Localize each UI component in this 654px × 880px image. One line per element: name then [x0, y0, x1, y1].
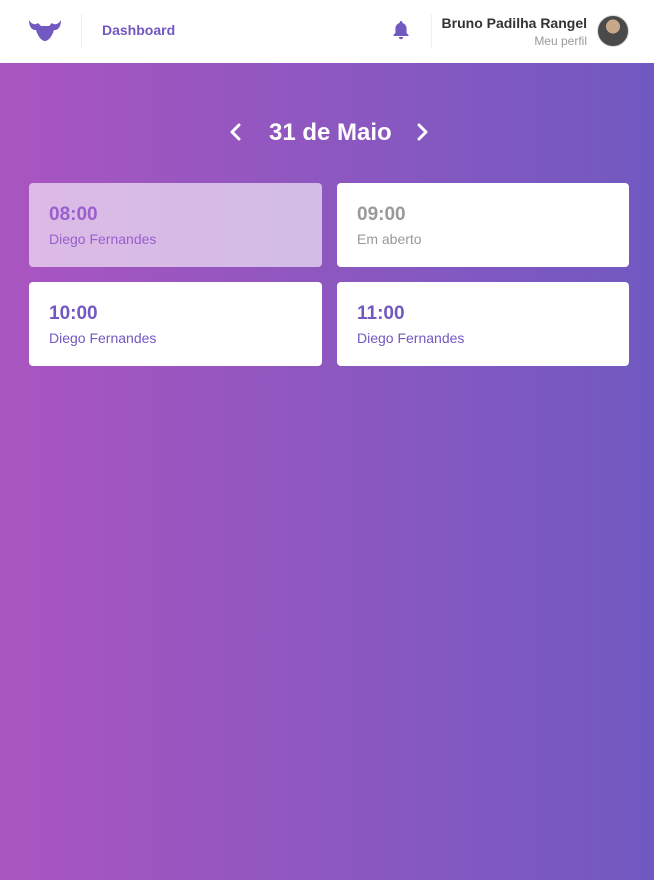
chevron-right-icon	[417, 123, 428, 141]
slot-client: Em aberto	[357, 231, 422, 247]
chevron-left-icon	[230, 123, 241, 141]
time-slot-0800[interactable]: 08:00 Diego Fernandes	[29, 183, 322, 267]
slot-time: 11:00	[357, 303, 405, 324]
profile-link[interactable]: Meu perfil	[534, 34, 587, 48]
time-slot-1100[interactable]: 11:00 Diego Fernandes	[337, 282, 629, 366]
slot-client: Diego Fernandes	[49, 231, 157, 247]
slot-client: Diego Fernandes	[357, 330, 465, 346]
header-divider	[431, 14, 432, 48]
slot-client: Diego Fernandes	[49, 330, 157, 346]
date-navigation: 31 de Maio	[0, 112, 654, 156]
nav-dashboard-link[interactable]: Dashboard	[102, 22, 175, 38]
slot-time: 09:00	[357, 204, 406, 225]
slot-time: 08:00	[49, 204, 98, 225]
prev-day-button[interactable]	[226, 120, 246, 144]
next-day-button[interactable]	[412, 120, 432, 144]
slot-time: 10:00	[49, 303, 98, 324]
header-divider	[81, 14, 82, 48]
mustache-logo-icon[interactable]	[28, 16, 62, 44]
bell-icon[interactable]	[392, 20, 410, 40]
top-header: Dashboard Bruno Padilha Rangel Meu perfi…	[0, 0, 654, 63]
time-slot-0900[interactable]: 09:00 Em aberto	[337, 183, 629, 267]
date-title: 31 de Maio	[269, 119, 392, 146]
avatar[interactable]	[597, 15, 629, 47]
profile-name: Bruno Padilha Rangel	[441, 15, 587, 31]
time-slot-1000[interactable]: 10:00 Diego Fernandes	[29, 282, 322, 366]
